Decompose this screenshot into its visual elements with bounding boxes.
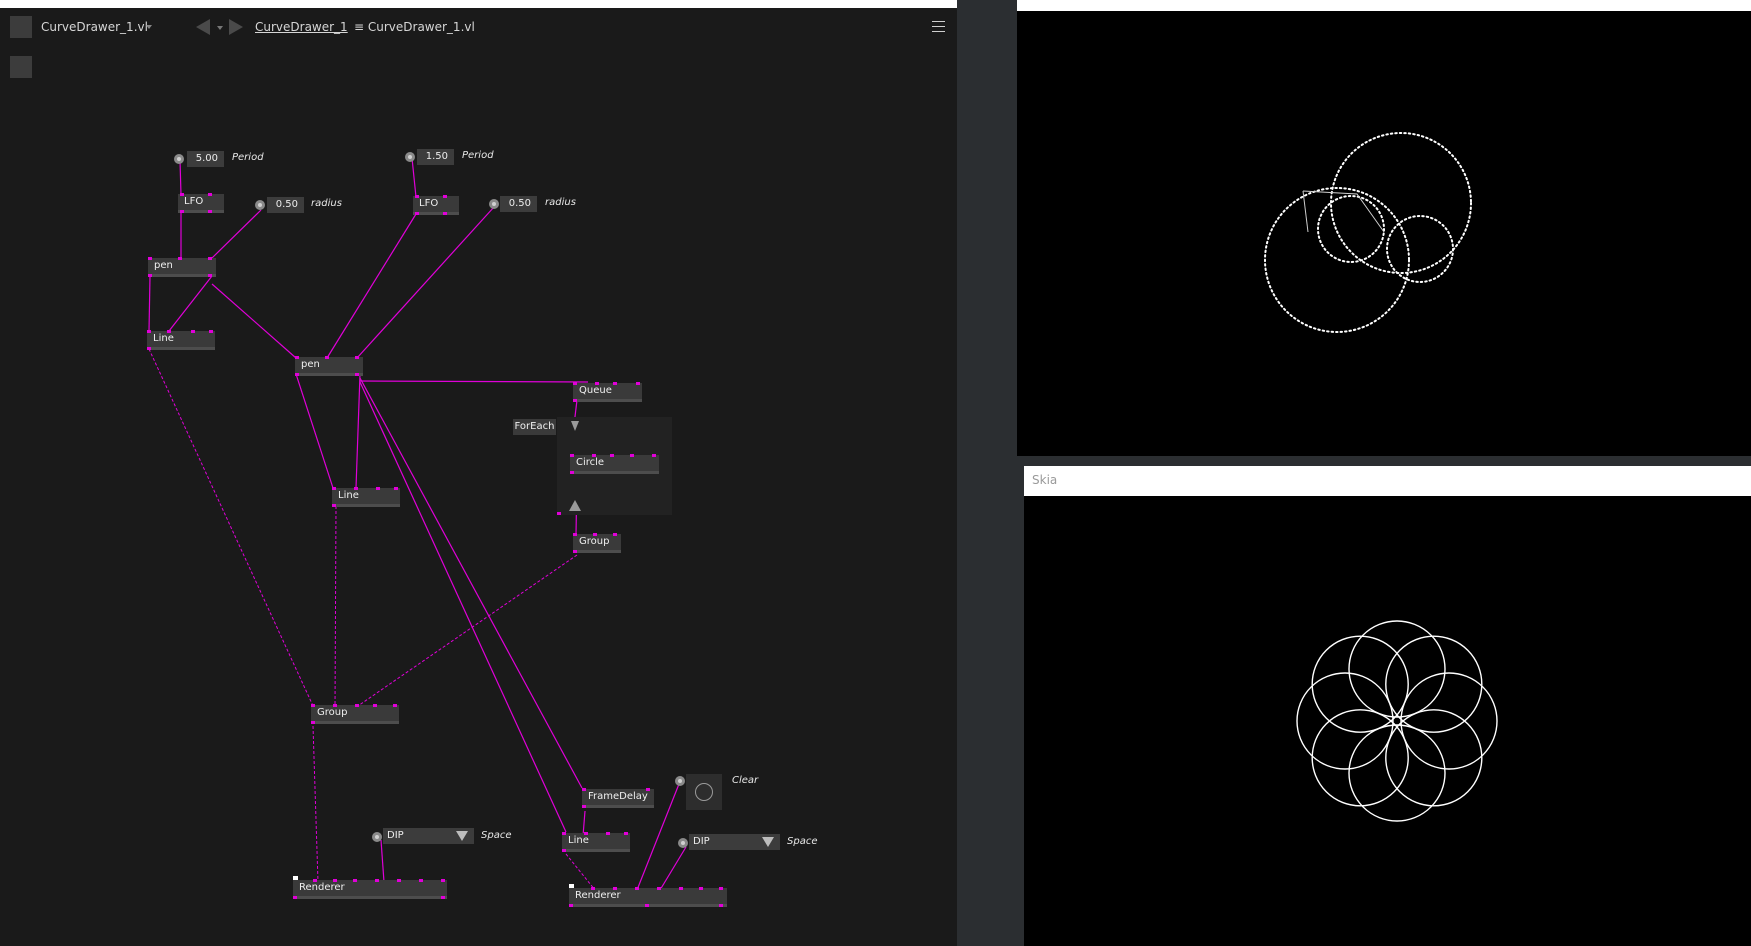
line3-node-label: Line xyxy=(568,835,589,846)
rosette-circle xyxy=(1385,635,1483,733)
line1-node-label: Line xyxy=(153,333,174,344)
foreach-label[interactable]: ForEach xyxy=(513,419,556,435)
pen1-node[interactable]: pen xyxy=(148,257,216,277)
lfo2-node[interactable]: LFO xyxy=(413,195,459,215)
line3-node[interactable]: Line xyxy=(562,832,630,852)
wire xyxy=(359,381,567,833)
space1-value: DIP xyxy=(387,830,404,841)
line2-node[interactable]: Line xyxy=(332,487,400,507)
curve-large-circle-top xyxy=(1330,132,1472,274)
space1-label: Space xyxy=(481,830,512,841)
period2-iobox[interactable]: 1.50 xyxy=(417,149,454,165)
circle-node-label: Circle xyxy=(576,457,605,468)
period2-label: Period xyxy=(462,150,494,161)
bang-circle-icon xyxy=(695,783,713,801)
pen2-node-label: pen xyxy=(301,359,320,370)
radius1-label: radius xyxy=(311,198,342,209)
radius2-iobox[interactable]: 0.50 xyxy=(500,196,537,212)
skia-canvas xyxy=(1296,620,1498,822)
iobox-handle-icon[interactable] xyxy=(255,200,265,210)
wire-dashed xyxy=(312,725,319,883)
enum-dropdown-icon[interactable] xyxy=(456,831,468,841)
wire xyxy=(356,206,495,359)
wire xyxy=(179,159,182,196)
lfo1-node-label: LFO xyxy=(184,196,204,207)
space1-enum[interactable]: DIP xyxy=(383,828,474,844)
wire xyxy=(295,373,334,489)
wire-dashed xyxy=(334,505,337,709)
skia-titlebar[interactable]: Skia xyxy=(1024,466,1751,496)
renderer1-node[interactable]: Renderer xyxy=(293,879,447,899)
skia-render-window[interactable] xyxy=(1024,496,1751,946)
wire xyxy=(326,213,417,359)
iobox-handle-icon[interactable] xyxy=(405,152,415,162)
space2-label: Space xyxy=(787,836,818,847)
render-window-1-strip xyxy=(1017,0,1751,11)
wire-dashed xyxy=(148,348,315,709)
wire xyxy=(148,275,151,332)
iobox-handle-icon[interactable] xyxy=(489,199,499,209)
renderer1-node-label: Renderer xyxy=(299,882,345,893)
wire-dashed xyxy=(354,554,578,709)
wire xyxy=(211,209,262,259)
rosette-circle xyxy=(1348,620,1446,718)
skia-window-title: Skia xyxy=(1032,473,1058,487)
rosette-circle xyxy=(1311,709,1409,807)
group-main-node-label: Group xyxy=(317,707,348,718)
renderer2-node[interactable]: Renderer xyxy=(569,887,727,907)
queue-node-label: Queue xyxy=(579,385,612,396)
lfo2-node-label: LFO xyxy=(419,198,439,209)
group-main-node[interactable]: Group xyxy=(311,704,399,724)
curve-large-circle-bottom xyxy=(1264,187,1410,333)
group-inner-node[interactable]: Group xyxy=(573,533,621,553)
wire-layer xyxy=(148,157,687,891)
curve-small-circle-left xyxy=(1317,195,1385,263)
group-inner-node-label: Group xyxy=(579,536,610,547)
rosette-circle xyxy=(1296,672,1394,770)
framedelay-node[interactable]: FrameDelay xyxy=(582,788,654,808)
wire xyxy=(359,380,589,383)
pen2-node[interactable]: pen xyxy=(295,356,363,376)
iobox-handle-icon[interactable] xyxy=(174,154,184,164)
patch-editor[interactable]: CurveDrawer_1.vl CurveDrawer_1 ≡ CurveDr… xyxy=(0,0,957,946)
curve-small-circle-right xyxy=(1386,215,1454,283)
iobox-handle-icon[interactable] xyxy=(675,776,685,786)
clear-label: Clear xyxy=(732,775,759,786)
wire xyxy=(355,373,361,489)
renderer2-node-label: Renderer xyxy=(575,890,621,901)
rosette-curve xyxy=(1296,620,1498,822)
rosette-circle xyxy=(1311,635,1409,733)
render-window-1[interactable] xyxy=(1017,0,1751,456)
radius2-label: radius xyxy=(545,197,576,208)
clear-bang-button[interactable] xyxy=(686,774,722,810)
space2-value: DIP xyxy=(693,836,710,847)
line1-node[interactable]: Line xyxy=(147,330,215,350)
wire xyxy=(211,283,297,359)
render1-canvas xyxy=(1264,132,1472,333)
wire xyxy=(380,839,385,883)
line2-node-label: Line xyxy=(338,490,359,501)
iobox-handle-icon[interactable] xyxy=(678,838,688,848)
lfo1-node[interactable]: LFO xyxy=(178,193,224,213)
wire xyxy=(168,275,213,332)
window-gap xyxy=(957,0,1015,946)
wire xyxy=(659,846,687,891)
period1-label: Period xyxy=(232,152,264,163)
rosette-circle xyxy=(1385,709,1483,807)
radius1-iobox[interactable]: 0.50 xyxy=(267,197,304,213)
circle-node[interactable]: Circle xyxy=(570,454,659,474)
pen-line xyxy=(1302,190,1309,233)
rosette-circle xyxy=(1400,672,1498,770)
iobox-handle-icon[interactable] xyxy=(372,832,382,842)
enum-dropdown-icon[interactable] xyxy=(762,837,774,847)
pen1-node-label: pen xyxy=(154,260,173,271)
framedelay-node-label: FrameDelay xyxy=(588,791,648,802)
period1-iobox[interactable]: 5.00 xyxy=(187,151,224,167)
wire xyxy=(411,157,417,198)
space2-enum[interactable]: DIP xyxy=(689,834,780,850)
wire xyxy=(359,377,583,789)
queue-node[interactable]: Queue xyxy=(573,382,642,402)
rosette-circle xyxy=(1348,724,1446,822)
